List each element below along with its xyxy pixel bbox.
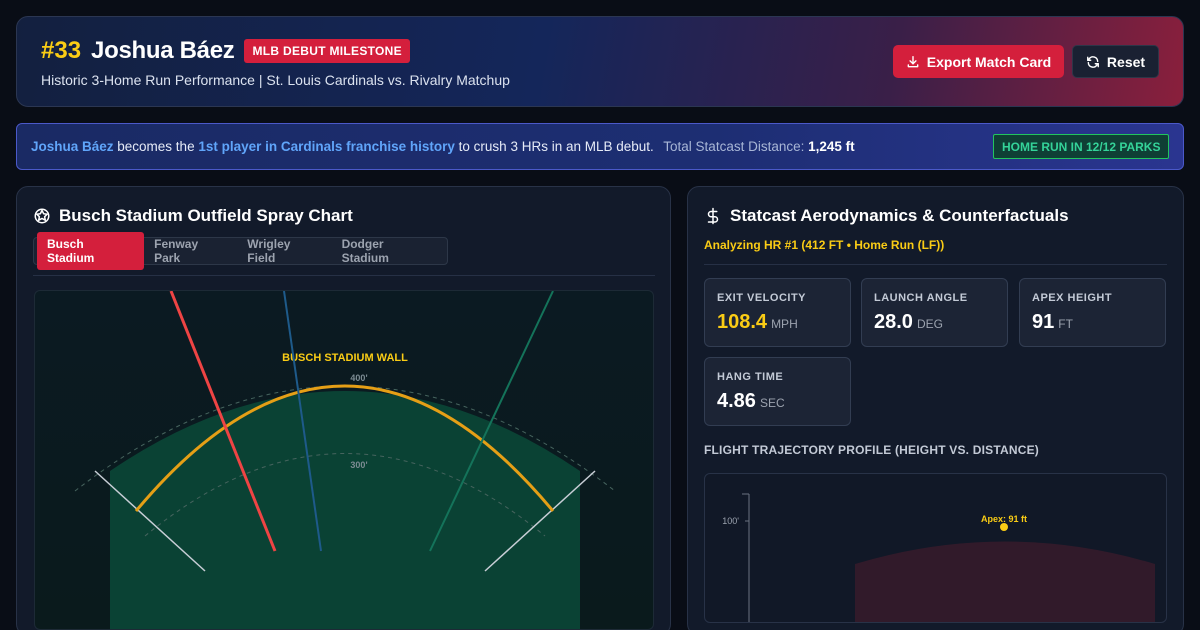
statcast-panel: Statcast Aerodynamics & Counterfactuals … <box>687 186 1184 630</box>
stat-card-hang-time: HANG TIME 4.86 SEC <box>704 357 851 426</box>
stat-label: APEX HEIGHT <box>1032 292 1113 304</box>
stat-value: 4.86 SEC <box>717 390 785 413</box>
tab-fenway-park[interactable]: Fenway Park <box>144 232 237 270</box>
trajectory-svg: 100' Apex: 91 ft <box>722 493 1155 622</box>
distance-label: Total Statcast Distance: <box>659 139 809 154</box>
header-subtitle: Historic 3-Home Run Performance | St. Lo… <box>41 72 510 88</box>
parks-badge: HOME RUN IN 12/12 PARKS <box>993 134 1170 159</box>
tab-wrigley-field[interactable]: Wrigley Field <box>237 232 331 270</box>
stat-unit: DEG <box>916 317 943 331</box>
banner-text-2: to crush 3 HRs in an MLB debut. <box>454 139 654 154</box>
statcast-header: Statcast Aerodynamics & Counterfactuals <box>704 206 1069 226</box>
stat-number: 4.86 <box>717 390 756 412</box>
divider <box>33 275 655 276</box>
tab-busch-stadium[interactable]: Busch Stadium <box>37 232 145 270</box>
apex-point <box>1000 523 1008 531</box>
stat-label: HANG TIME <box>717 371 784 383</box>
stat-card-launch-angle: LAUNCH ANGLE 28.0 DEG <box>861 278 1008 347</box>
player-name: Joshua Báez <box>91 37 235 64</box>
stat-value: 91 FT <box>1032 311 1073 334</box>
trajectory-chart: 100' Apex: 91 ft <box>704 473 1167 623</box>
stat-number: 91 <box>1032 311 1055 333</box>
stadium-tabs: Busch Stadium Fenway Park Wrigley Field … <box>33 232 448 270</box>
stat-value: 108.4 MPH <box>717 311 798 334</box>
stat-unit: SEC <box>759 396 785 410</box>
spray-chart-svg: 400' 300' BUSCH STADIUM WALL <box>74 291 616 629</box>
stat-number: 108.4 <box>717 311 768 333</box>
statcast-title: Statcast Aerodynamics & Counterfactuals <box>730 206 1069 225</box>
spray-chart-title: Busch Stadium Outfield Spray Chart <box>59 206 353 225</box>
stat-label: EXIT VELOCITY <box>717 292 807 304</box>
trajectory-title: FLIGHT TRAJECTORY PROFILE (HEIGHT VS. DI… <box>704 443 1039 457</box>
stat-number: 28.0 <box>874 311 913 333</box>
export-label: Export Match Card <box>926 53 1052 70</box>
banner-text-1: becomes the <box>113 139 199 154</box>
dollar-icon <box>707 207 719 225</box>
y-tick-label: 100' <box>722 516 739 526</box>
stat-card-exit-velocity: EXIT VELOCITY 108.4 MPH <box>704 278 851 347</box>
wall-label: BUSCH STADIUM WALL <box>282 352 408 364</box>
stat-label: LAUNCH ANGLE <box>874 292 968 304</box>
baseball-icon <box>34 208 50 224</box>
reset-label: Reset <box>1106 53 1146 70</box>
banner-player-name: Joshua Báez <box>31 139 114 154</box>
tab-dodger-stadium[interactable]: Dodger Stadium <box>332 232 444 270</box>
spray-chart-header: Busch Stadium Outfield Spray Chart <box>33 206 353 226</box>
stat-value: 28.0 DEG <box>874 311 943 334</box>
banner-text: Joshua Báez becomes the 1st player in Ca… <box>31 139 855 154</box>
player-header: #33 Joshua Báez MLB DEBUT MILESTONE Hist… <box>16 16 1184 107</box>
stat-unit: FT <box>1058 317 1073 331</box>
stat-card-apex-height: APEX HEIGHT 91 FT <box>1019 278 1166 347</box>
export-match-card-button[interactable]: Export Match Card <box>893 45 1064 78</box>
ring-label-300: 300' <box>350 460 367 470</box>
milestone-banner: Joshua Báez becomes the 1st player in Ca… <box>16 123 1184 170</box>
outfield-grass <box>110 391 580 629</box>
title-row: #33 Joshua Báez MLB DEBUT MILESTONE <box>41 37 410 65</box>
apex-label: Apex: 91 ft <box>981 514 1027 524</box>
milestone-badge: MLB DEBUT MILESTONE <box>244 39 410 63</box>
spray-chart-panel: Busch Stadium Outfield Spray Chart Busch… <box>16 186 671 630</box>
download-icon <box>907 55 919 67</box>
reset-button[interactable]: Reset <box>1072 45 1159 78</box>
banner-highlight: 1st player in Cardinals franchise histor… <box>198 139 455 154</box>
analyzing-label: Analyzing HR #1 (412 FT • Home Run (LF)) <box>704 238 945 252</box>
distance-value: 1,245 ft <box>808 139 855 154</box>
trajectory-area <box>855 541 1155 622</box>
stat-unit: MPH <box>771 317 798 331</box>
refresh-icon <box>1086 55 1099 68</box>
spray-chart: 400' 300' BUSCH STADIUM WALL <box>34 290 654 630</box>
jersey-number: #33 <box>41 37 82 64</box>
divider <box>704 264 1167 265</box>
ring-label-400: 400' <box>350 373 367 383</box>
